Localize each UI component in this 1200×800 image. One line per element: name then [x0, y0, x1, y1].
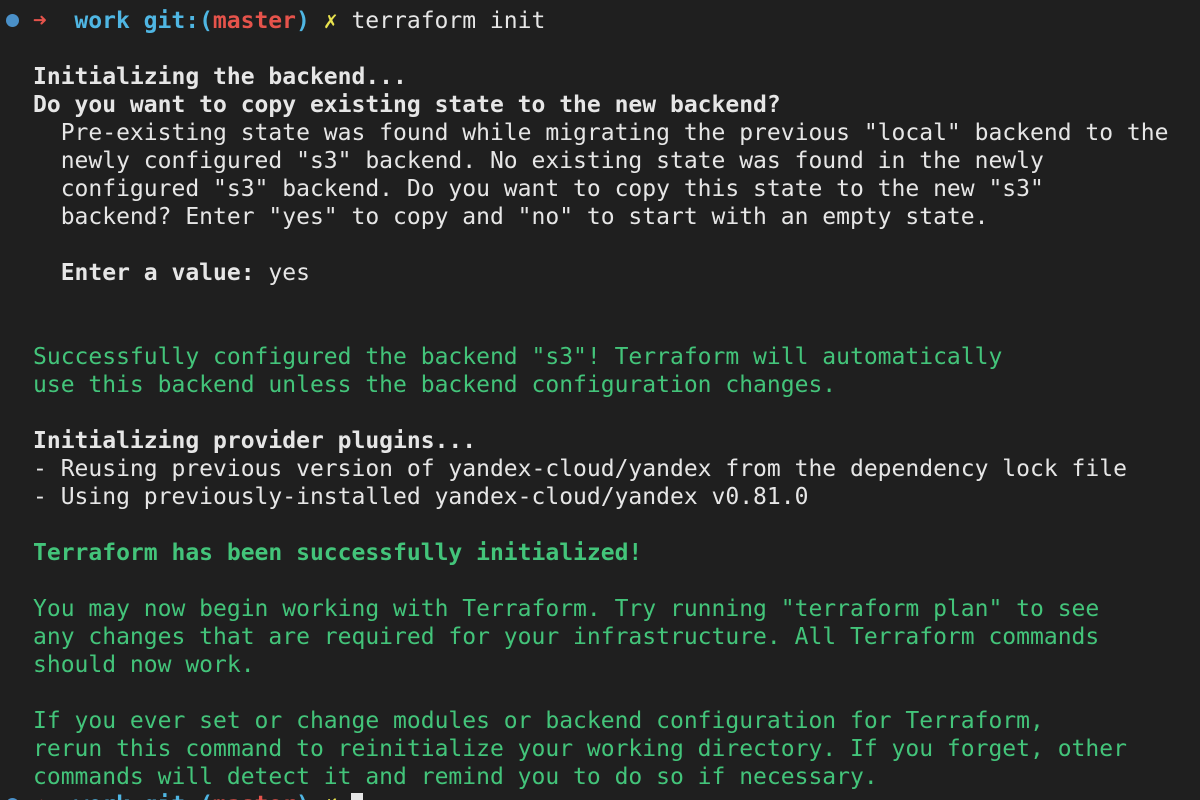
enter-value-line: Enter a value: yes — [6, 259, 1200, 287]
backend-heading: Initializing the backend... — [33, 64, 407, 90]
prompt-close-paren: ) — [296, 8, 310, 34]
copy-description-line: Pre-existing state was found while migra… — [33, 120, 1169, 146]
prompt-branch: master — [212, 8, 297, 34]
enter-value-label: Enter a value: — [33, 260, 255, 286]
enter-value-answer: yes — [254, 260, 310, 286]
prompt-git-label: git: — [144, 792, 199, 800]
backend-success-line: Successfully configured the backend "s3"… — [33, 344, 1003, 370]
prompt-open-paren: ( — [199, 8, 213, 34]
copy-description-line: newly configured "s3" backend. No existi… — [33, 148, 1044, 174]
copy-description-line: configured "s3" backend. Do you want to … — [33, 176, 1044, 202]
provider-line: - Reusing previous version of yandex-clo… — [33, 456, 1127, 482]
next-steps-line: any changes that are required for your i… — [33, 624, 1100, 650]
prompt-branch: master — [213, 792, 296, 800]
provider-heading: Initializing provider plugins... — [33, 428, 477, 454]
reinit-note-line: If you ever set or change modules or bac… — [33, 708, 1044, 734]
copy-question: Do you want to copy existing state to th… — [33, 92, 781, 118]
next-prompt-line[interactable]: ➜ work git:(master) ✗ — [6, 791, 1200, 800]
prompt-dirty-mark: ✗ — [324, 792, 338, 800]
cursor-block-icon[interactable] — [351, 793, 364, 800]
init-success-message: Terraform has been successfully initiali… — [33, 540, 643, 566]
prompt-dirty-mark: ✗ — [323, 8, 338, 34]
prompt-close-paren: ) — [296, 792, 310, 800]
prompt-directory: work — [74, 8, 130, 34]
command-prompt-line: ➜ work git:(master) ✗ terraform init — [6, 7, 1200, 35]
prompt-arrow-icon: ➜ — [33, 792, 47, 800]
next-steps-line: should now work. — [33, 652, 255, 678]
terminal-window[interactable]: ➜ work git:(master) ✗ terraform init Ini… — [0, 0, 1200, 800]
terminal-output: ➜ work git:(master) ✗ terraform init Ini… — [6, 7, 1200, 800]
backend-success-line: use this backend unless the backend conf… — [33, 372, 837, 398]
prompt-command: terraform init — [351, 8, 546, 34]
reinit-note-line: commands will detect it and remind you t… — [33, 764, 878, 790]
prompt-arrow-icon: ➜ — [32, 8, 47, 34]
provider-line: - Using previously-installed yandex-clou… — [33, 484, 809, 510]
prompt-open-paren: ( — [199, 792, 213, 800]
next-steps-line: You may now begin working with Terraform… — [33, 596, 1100, 622]
prompt-directory: work — [74, 792, 129, 800]
copy-description-line: backend? Enter "yes" to copy and "no" to… — [33, 204, 989, 230]
reinit-note-line: rerun this command to reinitialize your … — [33, 736, 1127, 762]
prompt-git-label: git: — [143, 8, 200, 34]
status-dot-icon — [6, 14, 19, 27]
